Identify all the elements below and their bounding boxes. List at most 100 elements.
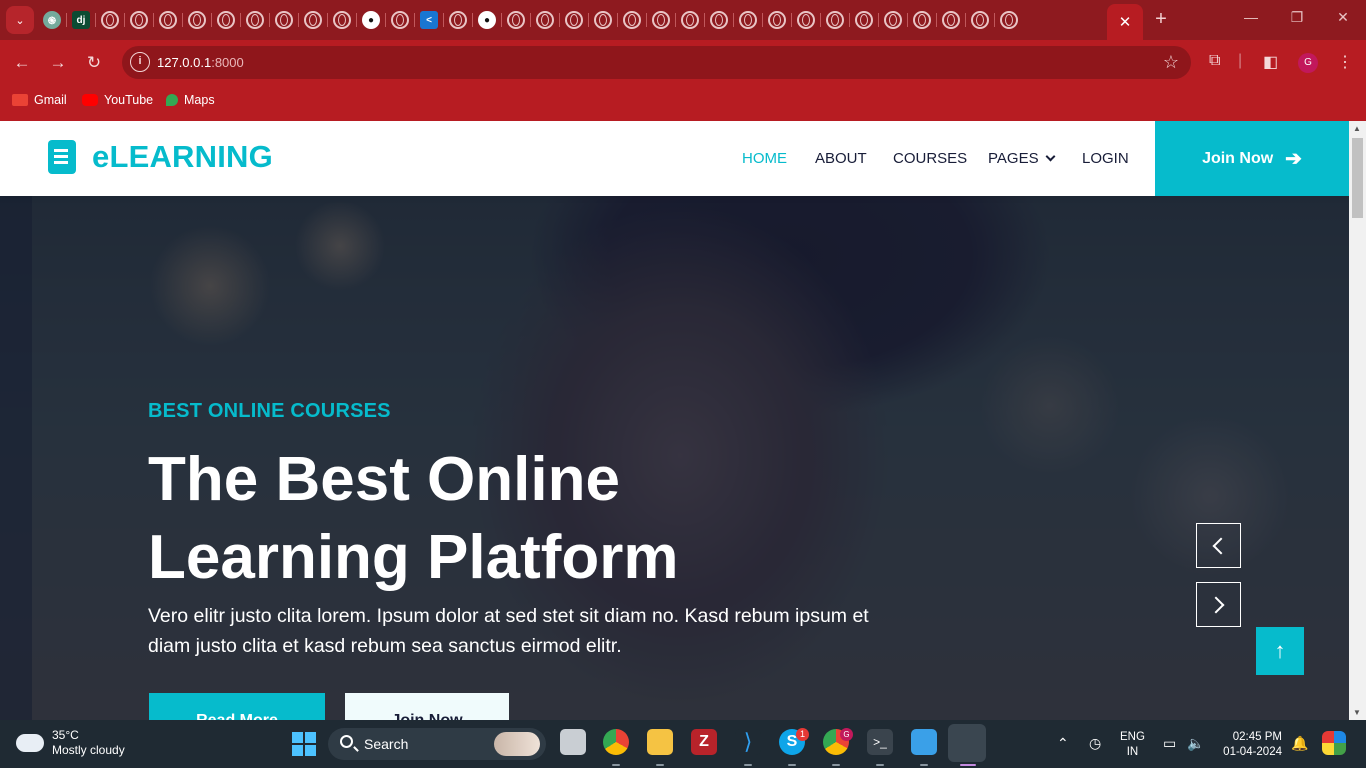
globe-icon[interactable] (797, 11, 815, 29)
globe-icon[interactable] (623, 11, 641, 29)
scrollbar-thumb[interactable] (1352, 138, 1363, 218)
extensions-icon[interactable]: ⧉ (1209, 52, 1220, 70)
close-window-button[interactable]: ✕ (1328, 9, 1358, 26)
globe-icon[interactable] (884, 11, 902, 29)
profile-avatar[interactable]: G (1298, 53, 1318, 73)
minimize-button[interactable]: — (1236, 9, 1266, 25)
clock-app-icon[interactable]: ◷ (1089, 735, 1101, 752)
taskbar-search[interactable]: Search (328, 728, 546, 760)
nav-home[interactable]: HOME (742, 150, 787, 167)
globe-icon[interactable] (246, 11, 264, 29)
join-now-button[interactable]: Join Now ➔ (1155, 121, 1349, 196)
tab-separator (762, 13, 763, 27)
share-icon[interactable]: < (420, 11, 438, 29)
clock-date: 01-04-2024 (1223, 746, 1282, 758)
task-view-icon[interactable] (560, 729, 586, 755)
site-info-icon[interactable]: i (130, 52, 150, 72)
globe-icon[interactable] (536, 11, 554, 29)
forward-icon[interactable]: → (45, 50, 71, 76)
globe-icon[interactable] (565, 11, 583, 29)
globe-icon[interactable] (942, 11, 960, 29)
globe-icon[interactable] (391, 11, 409, 29)
reload-icon[interactable]: ↻ (81, 50, 107, 76)
bookmark-star-icon[interactable]: ☆ (1163, 52, 1179, 73)
globe-icon[interactable] (768, 11, 786, 29)
nav-about[interactable]: ABOUT (815, 150, 867, 167)
globe-icon[interactable] (304, 11, 322, 29)
scroll-up-icon[interactable]: ▲ (1353, 124, 1361, 133)
brand-logo[interactable]: eLEARNING (48, 139, 273, 175)
globe-icon[interactable] (1000, 11, 1018, 29)
nav-pages[interactable]: PAGES (988, 150, 1056, 167)
django-icon[interactable]: dj (72, 11, 90, 29)
snipping-tool-icon[interactable] (948, 724, 986, 762)
active-tab-close-button[interactable]: ✕ (1107, 4, 1143, 40)
globe-icon[interactable] (217, 11, 235, 29)
arrow-right-icon: ➔ (1285, 148, 1302, 170)
taskbar: 35°C Mostly cloudy Search Z ⟩ S 1 G >_ ⌃… (0, 720, 1366, 768)
bookmark-gmail[interactable]: Gmail (12, 93, 67, 107)
windows-start-icon[interactable] (292, 732, 316, 756)
clock[interactable]: 02:45 PM 01-04-2024 (1218, 730, 1282, 760)
vscode-icon[interactable]: ⟩ (735, 729, 761, 755)
chevron-up-icon[interactable]: ⌃ (1057, 735, 1069, 752)
hero-join-now-button[interactable]: Join Now (345, 693, 509, 720)
tab-separator (588, 13, 589, 27)
tab-search-button[interactable]: ⌄ (6, 6, 34, 34)
bookmark-youtube[interactable]: YouTube (82, 93, 153, 107)
globe-icon[interactable] (826, 11, 844, 29)
globe-icon[interactable] (507, 11, 525, 29)
globe-icon[interactable] (971, 11, 989, 29)
globe-icon[interactable] (652, 11, 670, 29)
tab-separator (675, 13, 676, 27)
globe-icon[interactable] (333, 11, 351, 29)
bookmark-maps[interactable]: Maps (166, 93, 215, 107)
network-icon[interactable]: ▭ (1163, 735, 1176, 752)
address-url[interactable]: 127.0.0.1:8000 (157, 55, 244, 70)
restore-button[interactable]: ❐ (1282, 9, 1312, 26)
filezilla-icon[interactable]: Z (691, 729, 717, 755)
globe-icon[interactable] (681, 11, 699, 29)
globe-icon[interactable] (159, 11, 177, 29)
globe-icon[interactable] (913, 11, 931, 29)
globe-icon[interactable] (101, 11, 119, 29)
notepad-icon[interactable] (911, 729, 937, 755)
globe-icon[interactable] (130, 11, 148, 29)
page-scrollbar[interactable]: ▲ ▼ (1349, 121, 1366, 720)
globe-icon[interactable] (594, 11, 612, 29)
terminal-icon[interactable]: >_ (867, 729, 893, 755)
file-explorer-icon[interactable] (647, 729, 673, 755)
globe-icon[interactable] (739, 11, 757, 29)
github-icon[interactable]: ● (478, 11, 496, 29)
back-to-top-button[interactable]: ↑ (1256, 627, 1304, 675)
globe-icon[interactable] (449, 11, 467, 29)
side-panel-icon[interactable]: ◧ (1263, 52, 1278, 72)
language-indicator[interactable]: ENG IN (1120, 730, 1145, 760)
nav-login[interactable]: LOGIN (1082, 150, 1129, 167)
copilot-icon[interactable] (1322, 731, 1346, 755)
github-icon[interactable]: ● (362, 11, 380, 29)
hero-headline-line2: Learning Platform (148, 523, 679, 592)
nav-courses[interactable]: COURSES (893, 150, 967, 167)
notification-bell-icon[interactable]: 🔔 (1291, 735, 1308, 752)
address-bar[interactable]: i 127.0.0.1:8000 ☆ (122, 46, 1191, 79)
globe-icon[interactable] (855, 11, 873, 29)
back-icon[interactable]: ← (9, 50, 35, 76)
globe-icon[interactable] (275, 11, 293, 29)
volume-icon[interactable]: 🔈 (1187, 735, 1204, 752)
chatgpt-icon[interactable]: ֍ (43, 11, 61, 29)
menu-kebab-icon[interactable]: ⋮ (1337, 52, 1353, 72)
bookmarks-bar: Gmail YouTube Maps (0, 86, 1366, 121)
scroll-down-icon[interactable]: ▼ (1353, 708, 1361, 717)
new-tab-button[interactable]: + (1150, 8, 1172, 30)
tab-separator (269, 13, 270, 27)
weather-widget[interactable]: 35°C Mostly cloudy (12, 728, 125, 758)
globe-icon[interactable] (710, 11, 728, 29)
globe-icon[interactable] (188, 11, 206, 29)
read-more-button[interactable]: Read More (149, 693, 325, 720)
tab-separator (878, 13, 879, 27)
hero-kicker: BEST ONLINE COURSES (148, 400, 391, 422)
carousel-prev-button[interactable] (1196, 523, 1241, 568)
chrome-icon[interactable] (603, 729, 629, 755)
carousel-next-button[interactable] (1196, 582, 1241, 627)
